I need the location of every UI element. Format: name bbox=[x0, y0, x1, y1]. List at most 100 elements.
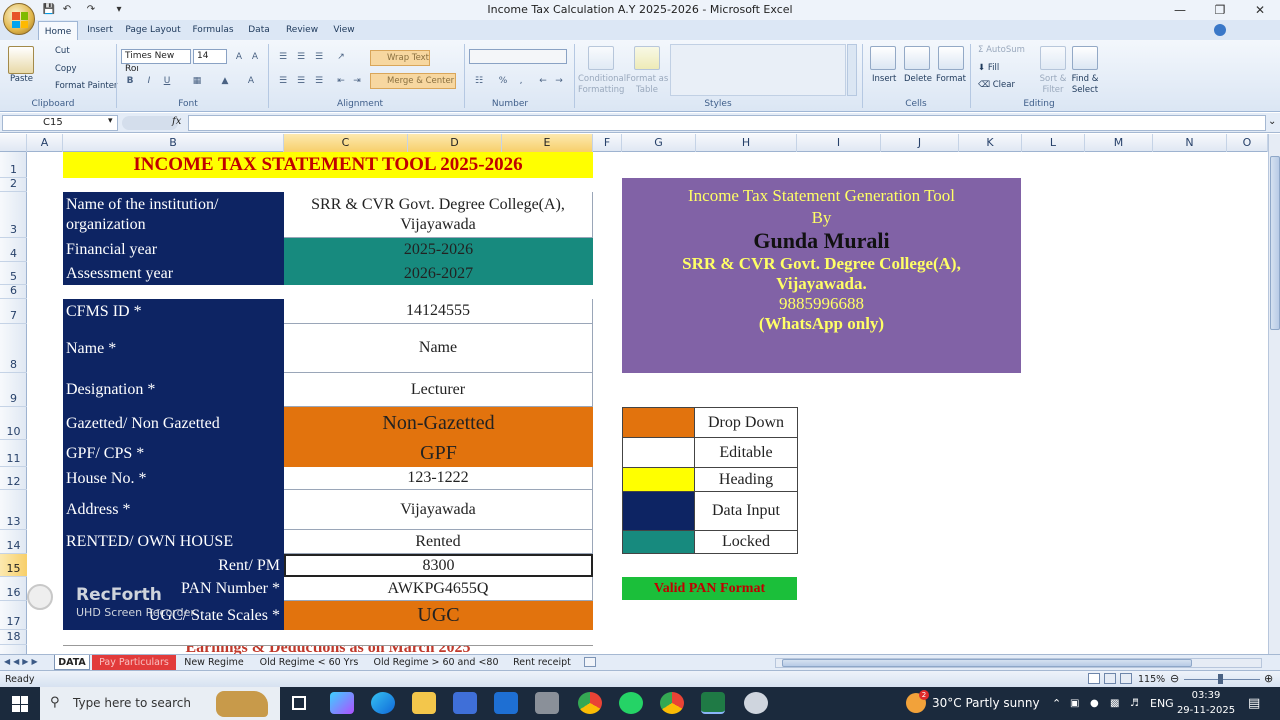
bold-button[interactable]: B bbox=[123, 74, 137, 88]
row-header-2[interactable]: 2 bbox=[0, 177, 27, 192]
page-layout-view-icon[interactable] bbox=[1104, 673, 1116, 684]
sheet-tab-data[interactable]: DATA bbox=[54, 655, 90, 670]
zoom-out-icon[interactable]: ⊖ bbox=[1170, 672, 1179, 685]
row-header-3[interactable]: 3 bbox=[0, 192, 27, 238]
increase-decimal-icon[interactable]: ← bbox=[536, 74, 550, 88]
font-name-box[interactable]: Times New Roı bbox=[121, 49, 191, 74]
insert-function-icon[interactable]: fx bbox=[172, 116, 181, 127]
value-cfms-id[interactable]: 14124555 bbox=[284, 299, 593, 324]
orientation-icon[interactable]: ↗ bbox=[334, 50, 348, 64]
edge-icon[interactable] bbox=[371, 692, 395, 714]
row-header-6[interactable]: 6 bbox=[0, 284, 27, 299]
column-header-h[interactable]: H bbox=[696, 134, 797, 152]
row-header-9[interactable]: 9 bbox=[0, 373, 27, 407]
vertical-scrollbar[interactable] bbox=[1268, 134, 1280, 654]
align-left-icon[interactable]: ☰ bbox=[276, 74, 290, 88]
zoom-slider-thumb[interactable] bbox=[1218, 674, 1223, 684]
column-header-m[interactable]: M bbox=[1085, 134, 1153, 152]
align-bottom-icon[interactable]: ☰ bbox=[312, 50, 326, 64]
zoom-level[interactable]: 115% bbox=[1138, 674, 1165, 685]
grow-font-icon[interactable]: A bbox=[232, 50, 246, 64]
tab-formulas[interactable]: Formulas bbox=[188, 20, 238, 40]
format-cells-button[interactable]: Format bbox=[936, 74, 966, 84]
copilot-icon[interactable] bbox=[330, 692, 354, 714]
cell-styles-gallery[interactable] bbox=[670, 44, 846, 96]
value-house-no[interactable]: 123-1222 bbox=[284, 467, 593, 490]
row-header-7[interactable]: 7 bbox=[0, 299, 27, 324]
sheet-tab-old-regime-60[interactable]: Old Regime < 60 Yrs bbox=[254, 655, 364, 670]
row-header-10[interactable]: 10 bbox=[0, 407, 27, 440]
row-header-8[interactable]: 8 bbox=[0, 324, 27, 373]
sort-filter-button[interactable]: Sort & Filter bbox=[1036, 74, 1070, 96]
tab-review[interactable]: Review bbox=[280, 20, 324, 40]
row-header-5[interactable]: 5 bbox=[0, 262, 27, 285]
outlook-icon[interactable] bbox=[494, 692, 518, 714]
customize-qat-icon[interactable]: ▾ bbox=[112, 3, 126, 16]
vertical-scroll-thumb[interactable] bbox=[1270, 156, 1280, 330]
conditional-formatting-button[interactable]: Conditional Formatting bbox=[578, 74, 626, 96]
increase-indent-icon[interactable]: ⇥ bbox=[350, 74, 364, 88]
value-gazetted-dropdown[interactable]: Non-Gazetted bbox=[284, 407, 593, 440]
cut-button[interactable]: Cut bbox=[55, 46, 70, 56]
tab-page-layout[interactable]: Page Layout bbox=[122, 20, 184, 40]
notifications-icon[interactable]: ▤ bbox=[1248, 687, 1260, 720]
tray-mic-icon[interactable]: ● bbox=[1090, 687, 1099, 720]
row-header-16[interactable]: 16 bbox=[0, 577, 27, 601]
insert-cells-button[interactable]: Insert bbox=[872, 74, 896, 84]
decrease-decimal-icon[interactable]: → bbox=[552, 74, 566, 88]
row-header-15[interactable]: 15 bbox=[0, 554, 27, 577]
borders-icon[interactable]: ▦ bbox=[190, 74, 204, 88]
tab-insert[interactable]: Insert bbox=[82, 20, 118, 40]
tab-data[interactable]: Data bbox=[242, 20, 276, 40]
horizontal-scrollbar[interactable] bbox=[775, 658, 1262, 668]
page-break-view-icon[interactable] bbox=[1120, 673, 1132, 684]
minimize-button[interactable]: — bbox=[1160, 0, 1200, 20]
percent-button[interactable]: % bbox=[496, 74, 510, 88]
row-header-13[interactable]: 13 bbox=[0, 490, 27, 530]
insert-sheet-icon[interactable] bbox=[584, 657, 596, 667]
save-icon[interactable]: 💾 bbox=[42, 3, 56, 16]
column-header-j[interactable]: J bbox=[881, 134, 959, 152]
excel-taskbar-icon[interactable] bbox=[701, 692, 725, 714]
tray-chevron-icon[interactable]: ⌃ bbox=[1052, 687, 1061, 720]
column-header-l[interactable]: L bbox=[1022, 134, 1085, 152]
office-button[interactable] bbox=[3, 3, 35, 35]
align-top-icon[interactable]: ☰ bbox=[276, 50, 290, 64]
number-format-box[interactable] bbox=[469, 49, 567, 64]
autosum-button[interactable]: Σ AutoSum bbox=[978, 45, 1025, 55]
tray-display-icon[interactable]: ▩ bbox=[1110, 687, 1119, 720]
copy-button[interactable]: Copy bbox=[55, 64, 77, 74]
sheet-nav-arrows-icon[interactable]: ◀◀▶▶ bbox=[4, 657, 41, 666]
value-address[interactable]: Vijayawada bbox=[284, 490, 593, 530]
fill-color-icon[interactable]: ▲ bbox=[218, 74, 232, 88]
task-view-icon[interactable] bbox=[292, 696, 306, 710]
align-right-icon[interactable]: ☰ bbox=[312, 74, 326, 88]
row-header-17[interactable]: 17 bbox=[0, 601, 27, 630]
shrink-font-icon[interactable]: A bbox=[248, 50, 262, 64]
wrap-text-button[interactable]: Wrap Text bbox=[370, 50, 430, 66]
column-header-a[interactable]: A bbox=[27, 134, 63, 152]
currency-icon[interactable]: ☷ bbox=[472, 74, 486, 88]
whatsapp-icon[interactable] bbox=[619, 692, 643, 714]
delete-cells-button[interactable]: Delete bbox=[904, 74, 932, 84]
comma-button[interactable]: , bbox=[514, 74, 528, 88]
chrome-profile-icon[interactable] bbox=[660, 692, 684, 714]
column-header-i[interactable]: I bbox=[797, 134, 881, 152]
decrease-indent-icon[interactable]: ⇤ bbox=[334, 74, 348, 88]
row-header-1[interactable]: 1 bbox=[0, 152, 27, 178]
value-scales-dropdown[interactable]: UGC bbox=[284, 601, 593, 630]
column-header-g[interactable]: G bbox=[622, 134, 696, 152]
name-box-dropdown-icon[interactable]: ▾ bbox=[108, 116, 113, 126]
row-header-14[interactable]: 14 bbox=[0, 530, 27, 554]
font-size-box[interactable]: 14 bbox=[193, 49, 227, 64]
sheet-tab-new-regime[interactable]: New Regime bbox=[178, 655, 250, 670]
font-color-icon[interactable]: A bbox=[244, 74, 258, 88]
find-select-button[interactable]: Find & Select bbox=[1068, 74, 1102, 96]
column-header-c[interactable]: C bbox=[284, 134, 408, 152]
tab-view[interactable]: View bbox=[328, 20, 360, 40]
taskbar-time[interactable]: 03:39 bbox=[1180, 689, 1232, 703]
row-header-4[interactable]: 4 bbox=[0, 238, 27, 262]
file-explorer-icon[interactable] bbox=[412, 692, 436, 714]
value-institution[interactable]: SRR & CVR Govt. Degree College(A), Vijay… bbox=[284, 192, 593, 238]
language-indicator[interactable]: ENG bbox=[1150, 687, 1174, 720]
